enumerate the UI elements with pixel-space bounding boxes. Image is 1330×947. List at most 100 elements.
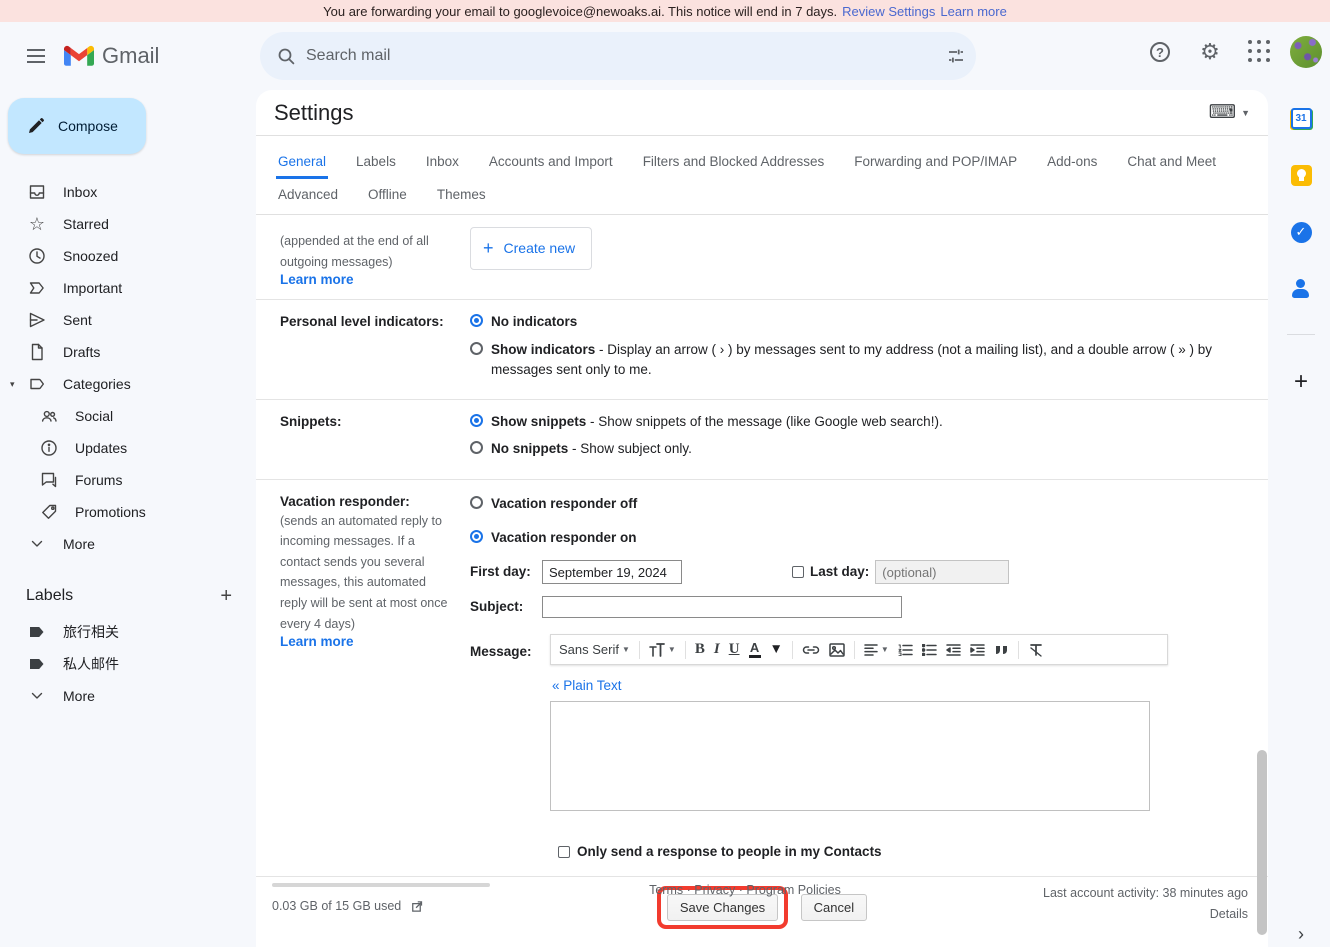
subject-input[interactable] bbox=[542, 596, 902, 618]
first-day-input[interactable] bbox=[542, 560, 682, 584]
keyboard-icon[interactable]: ⌨ bbox=[1209, 101, 1236, 124]
vacation-learn-more-link[interactable]: Learn more bbox=[280, 634, 354, 649]
search-bar[interactable] bbox=[260, 32, 976, 80]
google-apps-icon[interactable] bbox=[1240, 32, 1280, 72]
show-snippets-option[interactable]: Show snippets - Show snippets of the mes… bbox=[470, 412, 1248, 432]
tab-filters[interactable]: Filters and Blocked Addresses bbox=[641, 146, 827, 179]
tab-chat-and-meet[interactable]: Chat and Meet bbox=[1125, 146, 1218, 179]
tab-forwarding[interactable]: Forwarding and POP/IMAP bbox=[852, 146, 1019, 179]
align-button[interactable]: ▼ bbox=[864, 644, 889, 656]
input-method-selector[interactable]: ⌨ ▼ bbox=[1209, 101, 1250, 124]
draft-file-icon bbox=[27, 342, 47, 362]
last-day-input[interactable] bbox=[875, 560, 1009, 584]
radio-no-snippets[interactable] bbox=[470, 441, 483, 454]
sidebar-label-travel[interactable]: 旅行相关 bbox=[0, 616, 256, 648]
tab-labels[interactable]: Labels bbox=[354, 146, 398, 179]
italic-button[interactable]: I bbox=[714, 638, 720, 661]
sidebar-item-categories[interactable]: ▾ Categories bbox=[0, 368, 256, 400]
tab-themes[interactable]: Themes bbox=[435, 179, 488, 212]
sidebar-item-forums[interactable]: Forums bbox=[0, 464, 256, 496]
sidebar-item-snoozed[interactable]: Snoozed bbox=[0, 240, 256, 272]
underline-button[interactable]: U bbox=[729, 638, 740, 661]
sidebar-label-private[interactable]: 私人邮件 bbox=[0, 648, 256, 680]
settings-gear-icon[interactable]: ⚙ bbox=[1190, 32, 1230, 72]
contacts-icon[interactable] bbox=[1289, 277, 1313, 301]
font-family-dropdown[interactable]: Sans Serif ▼ bbox=[559, 640, 630, 660]
sidebar-item-more[interactable]: More bbox=[0, 528, 256, 560]
indent-less-button[interactable] bbox=[946, 644, 961, 656]
tab-add-ons[interactable]: Add-ons bbox=[1045, 146, 1099, 179]
help-icon[interactable]: ? bbox=[1140, 32, 1180, 72]
main-menu-icon[interactable] bbox=[12, 32, 60, 80]
keyboard-dropdown-icon[interactable]: ▼ bbox=[1241, 108, 1250, 118]
bulleted-list-button[interactable] bbox=[922, 644, 937, 656]
terms-link[interactable]: Terms bbox=[649, 883, 683, 897]
compose-button[interactable]: Compose bbox=[8, 98, 146, 154]
vacation-on-option[interactable]: Vacation responder on bbox=[470, 528, 1248, 548]
external-link-icon[interactable] bbox=[409, 899, 424, 914]
privacy-link[interactable]: Privacy bbox=[694, 883, 735, 897]
create-new-signature-button[interactable]: + Create new bbox=[470, 227, 592, 270]
no-snippets-option[interactable]: No snippets - Show subject only. bbox=[470, 439, 1248, 459]
tab-advanced[interactable]: Advanced bbox=[276, 179, 340, 212]
search-options-icon[interactable] bbox=[946, 46, 966, 66]
get-add-ons-icon[interactable]: + bbox=[1294, 368, 1308, 396]
tab-accounts-and-import[interactable]: Accounts and Import bbox=[487, 146, 615, 179]
gmail-m-icon bbox=[64, 45, 94, 68]
review-settings-link[interactable]: Review Settings bbox=[842, 4, 935, 19]
banner-learn-more-link[interactable]: Learn more bbox=[940, 4, 1006, 19]
panel-expand-icon[interactable]: › bbox=[1298, 924, 1304, 945]
radio-vacation-off[interactable] bbox=[470, 496, 483, 509]
sidebar-item-sent[interactable]: Sent bbox=[0, 304, 256, 336]
footer-links: Terms · Privacy · Program Policies bbox=[502, 883, 988, 926]
radio-show-snippets[interactable] bbox=[470, 414, 483, 427]
radio-vacation-on[interactable] bbox=[470, 530, 483, 543]
signature-learn-more-link[interactable]: Learn more bbox=[280, 272, 354, 287]
sidebar-labels-more[interactable]: More bbox=[0, 680, 256, 712]
sidebar-item-inbox[interactable]: Inbox bbox=[0, 176, 256, 208]
tab-inbox[interactable]: Inbox bbox=[424, 146, 461, 179]
insert-link-button[interactable] bbox=[802, 643, 820, 657]
insert-image-button[interactable] bbox=[829, 643, 845, 657]
indent-more-button[interactable] bbox=[970, 644, 985, 656]
bold-button[interactable]: B bbox=[695, 638, 705, 661]
program-policies-link[interactable]: Program Policies bbox=[746, 883, 840, 897]
remove-formatting-button[interactable] bbox=[1028, 643, 1044, 657]
message-body-textarea[interactable] bbox=[550, 701, 1150, 811]
contacts-only-option[interactable]: Only send a response to people in my Con… bbox=[558, 842, 1248, 862]
add-label-icon[interactable]: + bbox=[220, 586, 232, 606]
sidebar-item-social[interactable]: Social bbox=[0, 400, 256, 432]
font-size-button[interactable]: ▼ bbox=[649, 643, 676, 657]
radio-show-indicators[interactable] bbox=[470, 342, 483, 355]
tab-general[interactable]: General bbox=[276, 146, 328, 179]
account-avatar[interactable] bbox=[1290, 36, 1322, 68]
text-color-button[interactable]: A bbox=[749, 641, 761, 658]
sidebar-item-starred[interactable]: ☆ Starred bbox=[0, 208, 256, 240]
sidebar-item-important[interactable]: Important bbox=[0, 272, 256, 304]
vacation-off-option[interactable]: Vacation responder off bbox=[470, 494, 1248, 514]
radio-no-indicators[interactable] bbox=[470, 314, 483, 327]
contacts-only-checkbox[interactable] bbox=[558, 846, 570, 858]
sidebar-item-drafts[interactable]: Drafts bbox=[0, 336, 256, 368]
tasks-icon[interactable]: ✓ bbox=[1289, 220, 1313, 244]
quote-button[interactable] bbox=[994, 644, 1009, 656]
last-day-checkbox[interactable] bbox=[792, 566, 804, 578]
show-indicators-option[interactable]: Show indicators - Display an arrow ( › )… bbox=[470, 340, 1248, 381]
plain-text-toggle[interactable]: « Plain Text bbox=[552, 676, 1168, 696]
scrollbar-thumb[interactable] bbox=[1257, 750, 1267, 935]
chevron-down-icon[interactable]: ▼ bbox=[770, 639, 783, 659]
compose-label: Compose bbox=[58, 118, 118, 134]
no-indicators-option[interactable]: No indicators bbox=[470, 312, 1248, 332]
calendar-icon[interactable]: 31 bbox=[1289, 106, 1313, 130]
sidebar-item-updates[interactable]: Updates bbox=[0, 432, 256, 464]
keep-icon[interactable] bbox=[1289, 163, 1313, 187]
categories-expand-icon[interactable]: ▾ bbox=[10, 379, 15, 390]
numbered-list-button[interactable] bbox=[898, 644, 913, 656]
details-link[interactable]: Details bbox=[1210, 907, 1248, 921]
tab-offline[interactable]: Offline bbox=[366, 179, 409, 212]
gmail-logo[interactable]: Gmail bbox=[64, 43, 159, 69]
search-input[interactable] bbox=[306, 47, 946, 65]
settings-tabs-row1: General Labels Inbox Accounts and Import… bbox=[256, 146, 1268, 179]
sidebar-item-promotions[interactable]: Promotions bbox=[0, 496, 256, 528]
search-icon[interactable] bbox=[276, 46, 296, 66]
